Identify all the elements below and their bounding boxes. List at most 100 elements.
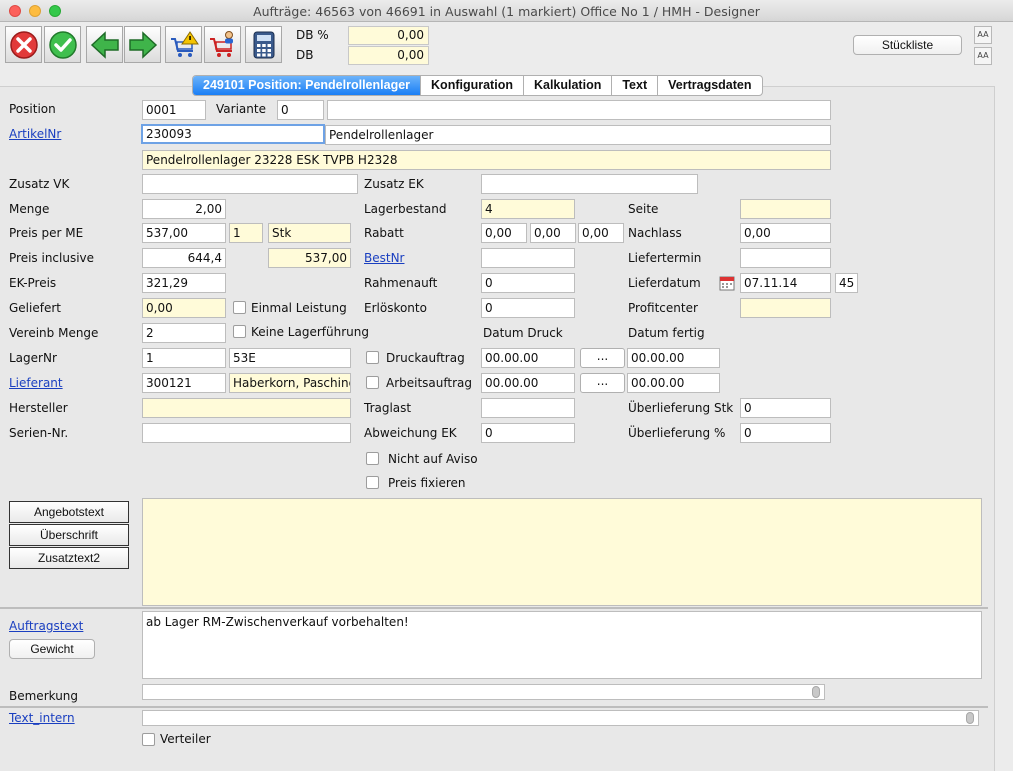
bemerkung-field[interactable] <box>142 684 825 700</box>
arbeit-browse-button[interactable]: ... <box>580 373 625 393</box>
previous-button[interactable] <box>86 26 123 63</box>
preis-me-unit-field[interactable]: Stk <box>268 223 351 243</box>
seriennr-label: Serien-Nr. <box>9 426 69 440</box>
hersteller-field[interactable] <box>142 398 351 418</box>
ueberschrift-button[interactable]: Überschrift <box>9 524 129 546</box>
preis-fixieren-checkbox[interactable] <box>366 476 379 489</box>
profitcenter-field[interactable] <box>740 298 831 318</box>
preis-me-field[interactable]: 537,00 <box>142 223 226 243</box>
lieferant-link[interactable]: Lieferant <box>9 376 63 390</box>
font-decrease-button[interactable]: AA <box>974 47 992 65</box>
bestnr-field[interactable] <box>481 248 575 268</box>
cart-user-button[interactable] <box>204 26 241 63</box>
nachlass-field[interactable]: 0,00 <box>740 223 831 243</box>
arbeitsauftrag-label: Arbeitsauftrag <box>386 376 473 390</box>
keine-lagerfuehrung-checkbox[interactable] <box>233 325 246 338</box>
rahmenauft-field[interactable]: 0 <box>481 273 575 293</box>
lager-name-field[interactable]: 53E <box>229 348 351 368</box>
artikelnr-link[interactable]: ArtikelNr <box>9 127 61 141</box>
tab-kalkulation[interactable]: Kalkulation <box>524 76 613 95</box>
bestnr-link[interactable]: BestNr <box>364 251 404 265</box>
zusatz-ek-field[interactable] <box>481 174 698 194</box>
menge-field[interactable]: 2,00 <box>142 199 226 219</box>
druck-browse-button[interactable]: ... <box>580 348 625 368</box>
lieferant-field[interactable]: 300121 <box>142 373 226 393</box>
verteiler-label: Verteiler <box>160 732 211 746</box>
gewicht-button[interactable]: Gewicht <box>9 639 95 659</box>
rabatt-3-field[interactable]: 0,00 <box>578 223 624 243</box>
seite-field[interactable] <box>740 199 831 219</box>
lieferdatum-field[interactable]: 07.11.14 <box>740 273 831 293</box>
druck-fertig-field[interactable]: 00.00.00 <box>627 348 720 368</box>
rahmenauft-label: Rahmenauft <box>364 276 438 290</box>
angebotstext-area[interactable] <box>142 498 982 606</box>
tab-text[interactable]: Text <box>612 76 659 95</box>
geliefert-field: 0,00 <box>142 298 226 318</box>
artikelnr-field[interactable]: 230093 <box>141 124 325 144</box>
lieferant-name-field: Haberkorn, Pasching <box>229 373 351 393</box>
liefertermin-field[interactable] <box>740 248 831 268</box>
preis-inclusive-field[interactable]: 644,4 <box>142 248 226 268</box>
artikel-name-field[interactable]: Pendelrollenlager <box>325 125 831 145</box>
title-bar: Aufträge: 46563 von 46691 in Auswahl (1 … <box>0 0 1013 22</box>
auftragstext-area[interactable]: ab Lager RM-Zwischenverkauf vorbehalten! <box>142 611 982 679</box>
cart-warning-icon <box>170 30 199 57</box>
datum-fertig-label: Datum fertig <box>628 326 705 340</box>
calculator-icon <box>253 31 274 58</box>
lagernr-field[interactable]: 1 <box>142 348 226 368</box>
text-intern-link[interactable]: Text_intern <box>9 711 75 725</box>
cancel-button[interactable] <box>5 26 42 63</box>
variante-field[interactable]: 0 <box>277 100 324 120</box>
calculator-button[interactable] <box>245 26 282 63</box>
tab-vertragsdaten[interactable]: Vertragsdaten <box>658 76 761 95</box>
rabatt-2-field[interactable]: 0,00 <box>530 223 576 243</box>
profitcenter-label: Profitcenter <box>628 301 698 315</box>
preis-me-quantity-field[interactable]: 1 <box>229 223 263 243</box>
db-percent-label: DB % <box>296 28 329 42</box>
auftragstext-link[interactable]: Auftragstext <box>9 619 83 633</box>
zusatz-vk-field[interactable] <box>142 174 358 194</box>
variante-extra-field[interactable] <box>327 100 831 120</box>
angebotstext-button[interactable]: Angebotstext <box>9 501 129 523</box>
erloeskonto-field[interactable]: 0 <box>481 298 575 318</box>
tab-konfiguration[interactable]: Konfiguration <box>421 76 524 95</box>
bemerkung-scrollbar[interactable] <box>812 686 820 698</box>
lieferdatum-week-field[interactable]: 45 <box>835 273 858 293</box>
druckauftrag-checkbox[interactable] <box>366 351 379 364</box>
druck-datum-field[interactable]: 00.00.00 <box>481 348 575 368</box>
variante-label: Variante <box>216 102 266 116</box>
ueberlieferung-stk-field[interactable]: 0 <box>740 398 831 418</box>
tab-position[interactable]: 249101 Position: Pendelrollenlager <box>193 76 422 95</box>
text-intern-scrollbar[interactable] <box>966 712 974 724</box>
arbeitsauftrag-checkbox[interactable] <box>366 376 379 389</box>
abweichung-ek-field[interactable]: 0 <box>481 423 575 443</box>
vereinb-menge-field[interactable]: 2 <box>142 323 226 343</box>
arbeit-datum-field[interactable]: 00.00.00 <box>481 373 575 393</box>
hersteller-label: Hersteller <box>9 401 68 415</box>
verteiler-checkbox[interactable] <box>142 733 155 746</box>
einmal-leistung-checkbox[interactable] <box>233 301 246 314</box>
calendar-icon[interactable] <box>719 275 735 291</box>
confirm-button[interactable] <box>44 26 81 63</box>
text-intern-field[interactable] <box>142 710 979 726</box>
window-title: Aufträge: 46563 von 46691 in Auswahl (1 … <box>253 4 760 19</box>
traglast-field[interactable] <box>481 398 575 418</box>
stueckliste-button[interactable]: Stückliste <box>853 35 962 55</box>
lagerbestand-label: Lagerbestand <box>364 202 447 216</box>
rabatt-1-field[interactable]: 0,00 <box>481 223 527 243</box>
arbeit-fertig-field[interactable]: 00.00.00 <box>627 373 720 393</box>
db-label: DB <box>296 48 314 62</box>
seriennr-field[interactable] <box>142 423 351 443</box>
cart-warning-button[interactable] <box>165 26 202 63</box>
artikel-description-field[interactable]: Pendelrollenlager 23228 ESK TVPB H2328 <box>142 150 831 170</box>
font-increase-button[interactable]: AA <box>974 26 992 44</box>
ueberlieferung-pct-field[interactable]: 0 <box>740 423 831 443</box>
zusatztext2-button[interactable]: Zusatztext2 <box>9 547 129 569</box>
db-value: 0,00 <box>348 46 429 65</box>
toolbar: DB % 0,00 DB 0,00 Stückliste AA AA <box>0 22 1013 70</box>
next-button[interactable] <box>124 26 161 63</box>
nicht-auf-aviso-checkbox[interactable] <box>366 452 379 465</box>
erloeskonto-label: Erlöskonto <box>364 301 427 315</box>
ek-preis-field[interactable]: 321,29 <box>142 273 226 293</box>
position-field[interactable]: 0001 <box>142 100 206 120</box>
